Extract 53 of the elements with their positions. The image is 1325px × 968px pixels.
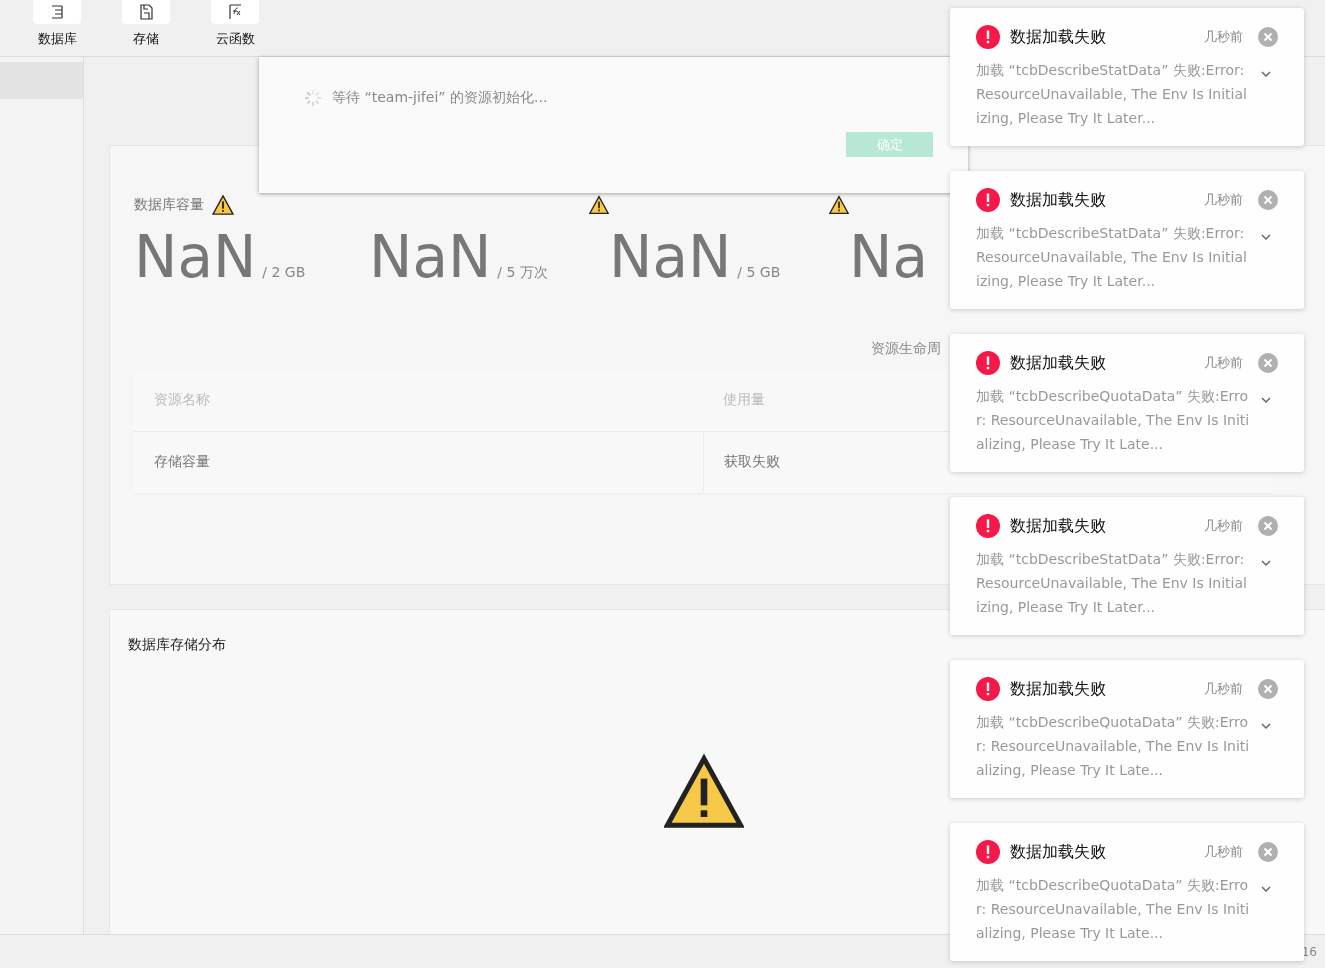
warning-icon <box>664 754 744 830</box>
notification-time: 几秒前 <box>1204 191 1243 209</box>
toolbar-button[interactable]: 存储 <box>122 0 170 56</box>
notification-time: 几秒前 <box>1204 680 1243 698</box>
notification-time: 几秒前 <box>1204 354 1243 372</box>
spinner-icon <box>303 88 323 108</box>
close-icon[interactable] <box>1258 27 1278 47</box>
error-icon <box>976 840 1000 864</box>
close-icon[interactable] <box>1258 516 1278 536</box>
notification-title: 数据加载失败 <box>1010 678 1107 700</box>
notification-time: 几秒前 <box>1204 843 1243 861</box>
error-icon <box>976 677 1000 701</box>
chevron-down-icon[interactable] <box>1260 885 1272 893</box>
close-icon[interactable] <box>1258 842 1278 862</box>
function-icon <box>226 3 244 21</box>
dialog-message: 等待 “team-jifei” 的资源初始化... <box>332 89 548 107</box>
chevron-down-icon[interactable] <box>1260 396 1272 404</box>
stat-value: NaN <box>134 226 257 290</box>
stat-value: NaN <box>369 226 492 290</box>
notification-message: 加载 “tcbDescribeStatData” 失败:Error: ResourceUnavailable, The Env Is Initializing, Please Try It Later... <box>976 61 1248 128</box>
status-text: 16 <box>1301 944 1317 959</box>
error-icon <box>976 351 1000 375</box>
stat-unit: / 5 GB <box>737 264 781 280</box>
close-icon[interactable] <box>1258 190 1278 210</box>
chevron-down-icon[interactable] <box>1260 233 1272 241</box>
toolbar-button[interactable]: 云函数 <box>211 0 259 56</box>
notification-title: 数据加载失败 <box>1010 515 1107 537</box>
notification-title: 数据加载失败 <box>1010 841 1107 863</box>
notification-time: 几秒前 <box>1204 28 1243 46</box>
notification-message: 加载 “tcbDescribeQuotaData” 失败:Error: ResourceUnavailable, The Env Is Initializing, Please Try It Late... <box>976 713 1250 780</box>
chevron-down-icon[interactable] <box>1260 559 1272 567</box>
chevron-down-icon[interactable] <box>1260 70 1272 78</box>
chevron-down-icon[interactable] <box>1260 722 1272 730</box>
error-icon <box>976 188 1000 212</box>
stat-unit: / 2 GB <box>262 264 306 280</box>
notification-message: 加载 “tcbDescribeStatData” 失败:Error: ResourceUnavailable, The Env Is Initializing, Please Try It Later... <box>976 224 1248 291</box>
notification-message: 加载 “tcbDescribeQuotaData” 失败:Error: ResourceUnavailable, The Env Is Initializing, Please Try It Late... <box>976 876 1250 943</box>
notification-message: 加载 “tcbDescribeStatData” 失败:Error: ResourceUnavailable, The Env Is Initializing, Please Try It Later... <box>976 550 1248 617</box>
error-icon <box>976 25 1000 49</box>
error-icon <box>976 514 1000 538</box>
close-icon[interactable] <box>1258 679 1278 699</box>
toolbar-button[interactable]: 数据库 <box>33 0 81 56</box>
stat-label: 数据库容量 <box>134 196 204 214</box>
notification-title: 数据加载失败 <box>1010 189 1107 211</box>
notification-time: 几秒前 <box>1204 517 1243 535</box>
notification-title: 数据加载失败 <box>1010 26 1107 48</box>
card-title: 数据库存储分布 <box>128 636 227 654</box>
stat-unit: / 5 万次 <box>497 264 548 282</box>
stat-value: Na <box>849 226 928 290</box>
table-cell: 存储容量 <box>134 431 703 494</box>
close-icon[interactable] <box>1258 353 1278 373</box>
stat-value: NaN <box>609 226 732 290</box>
lifecycle-link[interactable]: 资源生命周 <box>871 339 941 358</box>
